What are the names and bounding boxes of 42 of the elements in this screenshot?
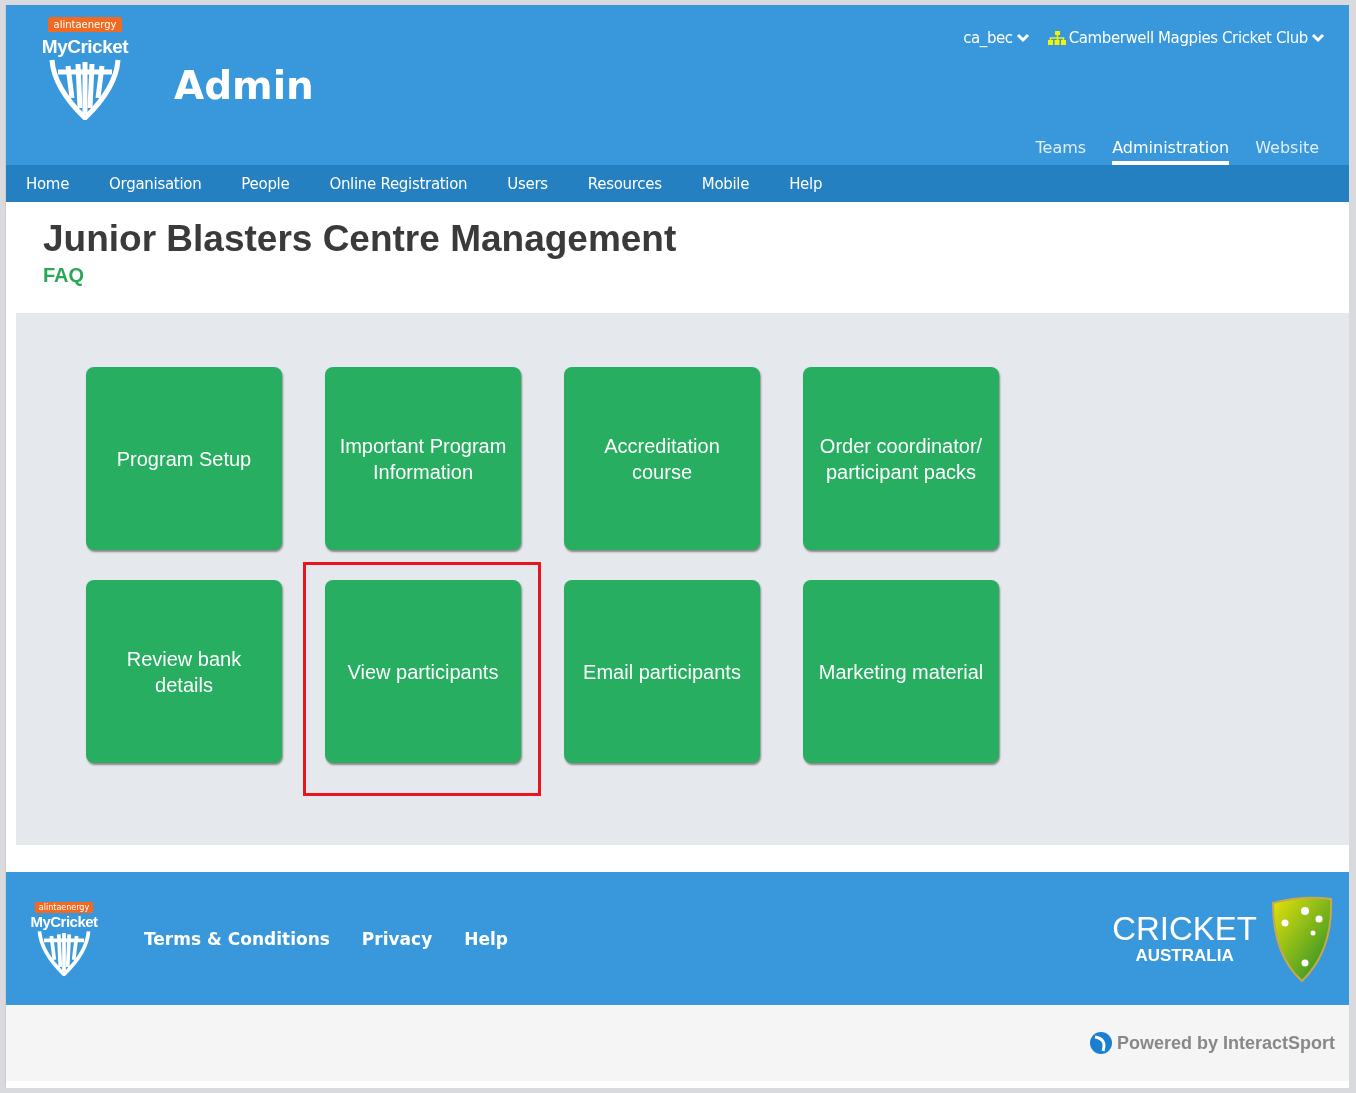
nav-link[interactable]: Home bbox=[26, 174, 70, 193]
menu-tile[interactable]: Important Program Information bbox=[325, 367, 521, 550]
brand-logo-text: MyCricket bbox=[41, 36, 129, 58]
nav-link[interactable]: Mobile bbox=[701, 174, 750, 193]
footer-link[interactable]: Help bbox=[464, 928, 508, 949]
nav-link[interactable]: Resources bbox=[587, 174, 662, 193]
menu-tile[interactable]: Review bank details bbox=[86, 580, 282, 763]
footer-link[interactable]: Terms & Conditions bbox=[144, 928, 330, 949]
shield-stars-icon bbox=[1269, 894, 1335, 983]
mycricket-logo[interactable]: alintaenergy MyCricket bbox=[24, 901, 104, 976]
nav-link[interactable]: Organisation bbox=[109, 174, 202, 193]
nav-link[interactable]: Online Registration bbox=[329, 174, 468, 193]
partner-logo-text: CRICKET bbox=[1112, 911, 1257, 946]
chevron-down-icon bbox=[1311, 33, 1325, 43]
brand-logo-text: MyCricket bbox=[30, 912, 98, 930]
powered-by-text: Powered by InteractSport bbox=[1116, 1032, 1335, 1054]
faq-link[interactable]: FAQ bbox=[43, 264, 1312, 287]
nav-link[interactable]: Help bbox=[789, 174, 823, 193]
section-tab[interactable]: Website bbox=[1255, 138, 1319, 165]
chevron-down-icon bbox=[1015, 33, 1030, 43]
menu-tile[interactable]: Accreditation course bbox=[564, 367, 760, 550]
partner-logo-subtext: AUSTRALIA bbox=[1135, 945, 1234, 966]
org-chart-icon bbox=[1047, 31, 1066, 45]
app-title: Admin bbox=[174, 63, 314, 108]
menu-tile[interactable]: Program Setup bbox=[86, 367, 282, 550]
menu-tile[interactable]: View participants bbox=[325, 580, 521, 763]
section-tab[interactable]: Teams bbox=[1035, 138, 1087, 165]
menu-tile[interactable]: Marketing material bbox=[803, 580, 999, 763]
shield-fence-icon bbox=[36, 929, 92, 976]
menu-tile[interactable]: Email participants bbox=[564, 580, 760, 763]
sponsor-logo-text: alintaenergy bbox=[34, 901, 94, 913]
nav-link[interactable]: Users bbox=[507, 174, 548, 193]
user-menu[interactable]: ca_bec bbox=[963, 29, 1030, 47]
mycricket-logo[interactable]: alintaenergy MyCricket bbox=[30, 17, 140, 120]
sponsor-logo-text: alintaenergy bbox=[47, 17, 123, 32]
page-title: Junior Blasters Centre Management bbox=[43, 218, 678, 260]
organisation-menu[interactable]: Camberwell Magpies Cricket Club bbox=[1047, 29, 1325, 47]
interactsport-logo-icon bbox=[1088, 1031, 1113, 1055]
shield-fence-icon bbox=[48, 58, 122, 120]
nav-link[interactable]: People bbox=[241, 174, 290, 193]
footer-link[interactable]: Privacy bbox=[361, 928, 433, 949]
menu-tile[interactable]: Order coordinator/ participant packs bbox=[803, 367, 999, 550]
